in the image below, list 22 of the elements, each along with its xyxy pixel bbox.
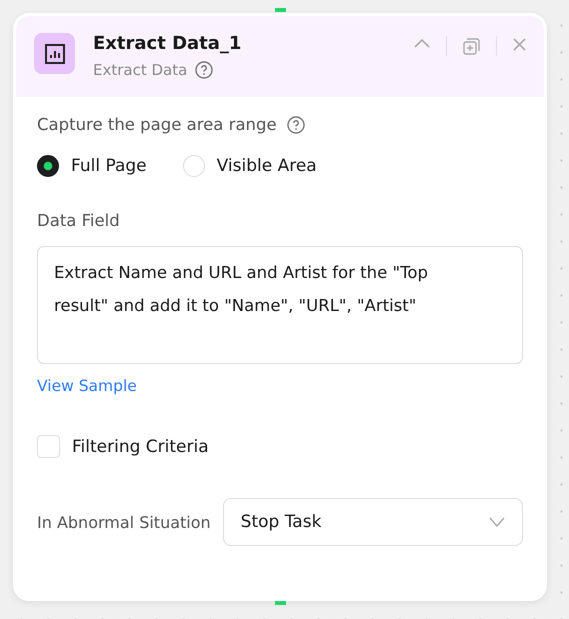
- connector-handle[interactable]: [275, 601, 286, 605]
- close-icon[interactable]: [513, 38, 526, 51]
- chevron-down-icon: [489, 517, 505, 527]
- checkbox[interactable]: [37, 435, 60, 458]
- field-label: Data Field: [37, 211, 121, 230]
- bar-chart-icon: [34, 33, 75, 74]
- dropdown[interactable]: Stop Task: [222, 498, 523, 546]
- data-field-input[interactable]: Extract Name and URL and Artist for the "Top result" and add it to "Name", "URL", "Artist": [37, 246, 523, 364]
- node-type: Extract Data: [93, 61, 188, 79]
- field-label: In Abnormal Situation: [37, 512, 211, 532]
- connector-handle[interactable]: [275, 8, 286, 12]
- collapse-icon[interactable]: [414, 38, 430, 48]
- checkbox-label: Filtering Criteria: [72, 436, 209, 456]
- help-icon[interactable]: [195, 61, 214, 79]
- duplicate-icon[interactable]: [463, 38, 480, 55]
- section-label: Capture the page area range: [37, 115, 277, 134]
- radio-label: Visible Area: [216, 156, 317, 176]
- radio-button[interactable]: [37, 155, 59, 177]
- radio-label: Full Page: [71, 156, 147, 176]
- help-icon[interactable]: [286, 116, 305, 134]
- view-sample-link[interactable]: View Sample: [37, 377, 137, 395]
- node-title: Extract Data_1: [93, 33, 242, 55]
